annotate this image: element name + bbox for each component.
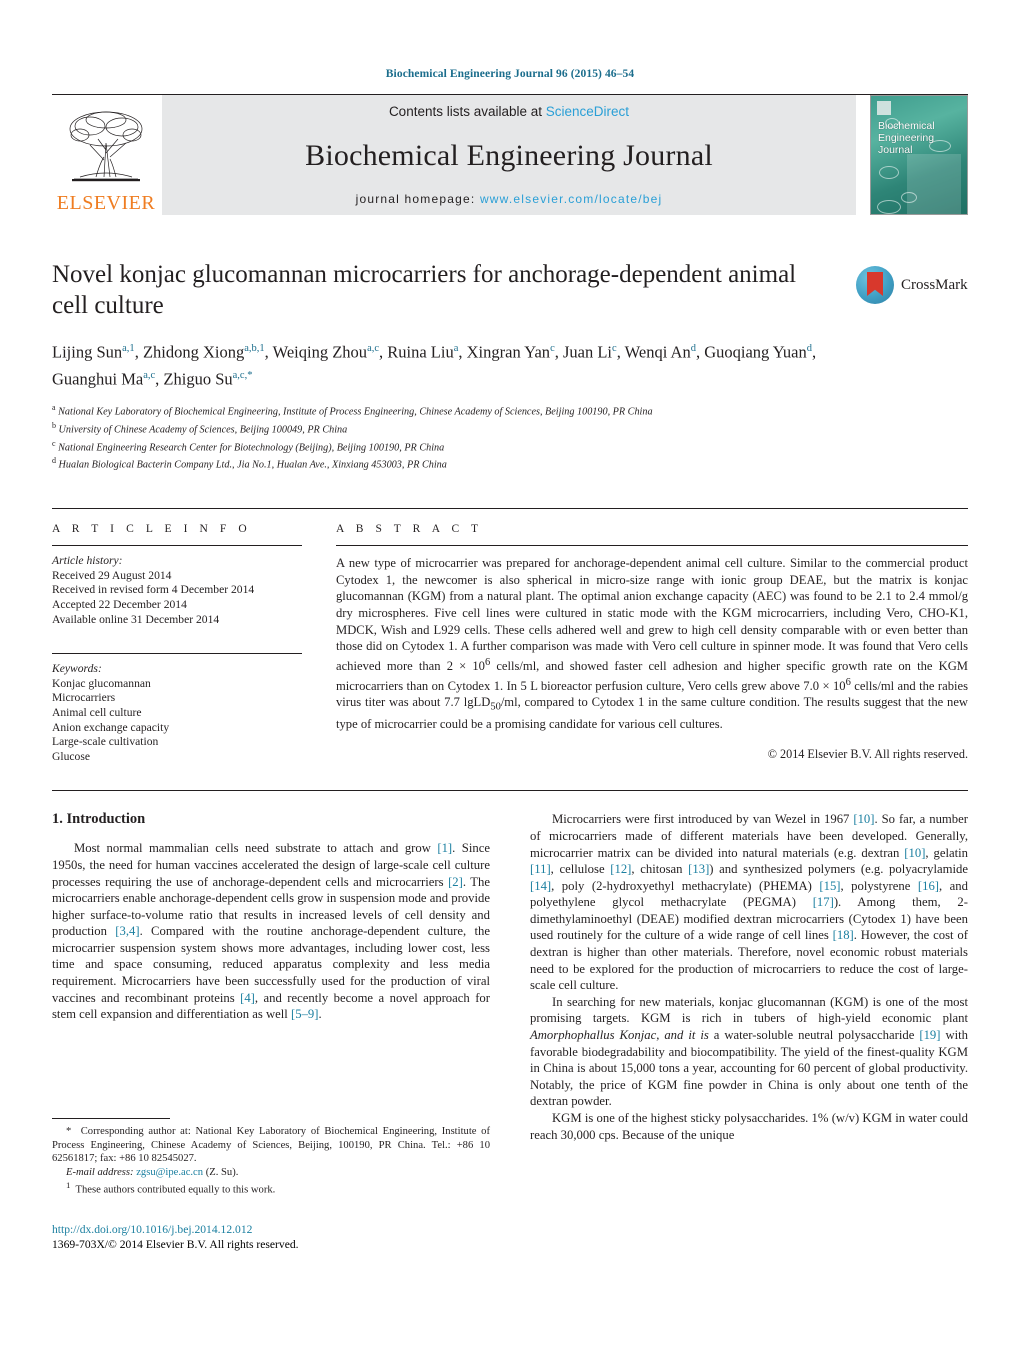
article-info-heading: A R T I C L E I N F O [52, 523, 252, 536]
section-title-introduction: 1. Introduction [52, 811, 146, 828]
cover-elsevier-logo-icon [877, 101, 891, 115]
elsevier-tree-icon [60, 105, 152, 193]
affiliation-text: National Engineering Research Center for… [58, 441, 445, 453]
email-note: E-mail address: zgsu@ipe.ac.cn (Z. Su). [52, 1166, 490, 1180]
cover-title: Biochemical Engineering Journal [878, 120, 935, 156]
cover-bubble-icon [877, 200, 901, 214]
journal-homepage-line: journal homepage: www.elsevier.com/locat… [356, 192, 663, 206]
homepage-url-link[interactable]: www.elsevier.com/locate/bej [480, 192, 662, 206]
cover-bubble-icon [879, 166, 899, 179]
affiliation-item: a National Key Laboratory of Biochemical… [52, 401, 968, 419]
body-column-right: Microcarriers were first introduced by v… [530, 811, 968, 1143]
article-history-label: Article history: [52, 554, 123, 568]
keyword-item: Microcarriers [52, 691, 116, 705]
body-paragraph: Most normal mammalian cells need substra… [52, 841, 491, 1022]
article-history-block: Article history: Received 29 August 2014… [52, 546, 302, 627]
body-columns: 1. Introduction Most normal mammalian ce… [52, 790, 968, 1143]
footnote-block: * Corresponding author at: National Key … [52, 1118, 490, 1198]
footnote-divider [52, 1118, 170, 1119]
affiliation-text: University of Chinese Academy of Science… [58, 424, 348, 436]
issn-copyright-line: 1369-703X/© 2014 Elsevier B.V. All right… [52, 1238, 299, 1251]
history-item: Received 29 August 2014 [52, 568, 172, 582]
body-paragraph: Microcarriers were first introduced by v… [530, 812, 968, 993]
history-item: Received in revised form 4 December 2014 [52, 583, 255, 597]
doi-link[interactable]: http://dx.doi.org/10.1016/j.bej.2014.12.… [52, 1222, 299, 1237]
title-block: Novel konjac glucomannan microcarriers f… [52, 259, 968, 472]
article-info-column: A R T I C L E I N F O Article history: R… [52, 509, 302, 764]
keyword-item: Anion exchange capacity [52, 720, 170, 734]
author-list: Lijing Suna,1, Zhidong Xionga,b,1, Weiqi… [52, 342, 817, 389]
cover-bubble-icon [901, 192, 917, 203]
copyright-line: © 2014 Elsevier B.V. All rights reserved… [767, 747, 968, 762]
affiliation-text: Hualan Biological Bacterin Company Ltd.,… [58, 459, 447, 471]
keyword-item: Large-scale cultivation [52, 735, 159, 749]
history-item: Accepted 22 December 2014 [52, 597, 187, 611]
masthead-center: Contents lists available at ScienceDirec… [162, 95, 856, 215]
affiliation-item: b University of Chinese Academy of Scien… [52, 419, 968, 437]
affiliation-marker: c [52, 438, 56, 448]
cover-title-line: Biochemical [878, 120, 935, 132]
elsevier-wordmark: ELSEVIER [56, 192, 156, 214]
history-item: Available online 31 December 2014 [52, 612, 220, 626]
equal-contribution-note: 1 These authors contributed equally to t… [66, 1180, 276, 1196]
affiliation-marker: a [52, 403, 56, 412]
keyword-item: Glucose [52, 749, 90, 763]
journal-masthead: ELSEVIER Contents lists available at Sci… [52, 94, 968, 215]
doi-block: http://dx.doi.org/10.1016/j.bej.2014.12.… [52, 1222, 299, 1252]
body-column-left: 1. Introduction Most normal mammalian ce… [52, 811, 490, 1143]
corresponding-author-note: * Corresponding author at: National Key … [52, 1126, 490, 1165]
running-head: Biochemical Engineering Journal 96 (2015… [385, 68, 635, 80]
keyword-item: Animal cell culture [52, 705, 142, 719]
contents-prefix: Contents lists available at [388, 104, 546, 119]
abstract-column: A B S T R A C T A new type of microcarri… [336, 509, 968, 764]
body-paragraph: In searching for new materials, konjac g… [530, 994, 969, 1109]
affiliation-list: a National Key Laboratory of Biochemical… [52, 401, 968, 472]
keyword-item: Konjac glucomannan [52, 676, 151, 690]
homepage-label: journal homepage: [355, 192, 476, 206]
crossmark-icon [856, 266, 894, 304]
sciencedirect-link[interactable]: ScienceDirect [546, 104, 629, 119]
abstract-text: A new type of microcarrier was prepared … [336, 556, 969, 732]
crossmark-label: CrossMark [901, 276, 968, 293]
affiliation-item: c National Engineering Research Center f… [52, 437, 968, 455]
affiliation-item: d Hualan Biological Bacterin Company Ltd… [52, 454, 968, 472]
abstract-heading: A B S T R A C T [336, 523, 483, 536]
crossmark-badge[interactable]: CrossMark [856, 261, 972, 309]
info-abstract-row: A R T I C L E I N F O Article history: R… [52, 508, 968, 764]
email-suffix: (Z. Su). [205, 1166, 239, 1178]
cover-overlay-box [907, 154, 961, 214]
cover-title-line: Journal [878, 144, 913, 156]
affiliation-text: National Key Laboratory of Biochemical E… [58, 406, 653, 418]
keywords-block: Keywords: Konjac glucomannan Microcarrie… [52, 627, 302, 764]
affiliation-marker: d [52, 456, 56, 466]
email-link[interactable]: zgsu@ipe.ac.cn [136, 1167, 203, 1178]
page-title: Novel konjac glucomannan microcarriers f… [52, 261, 797, 319]
article-page: Biochemical Engineering Journal 96 (2015… [0, 0, 1020, 1351]
keywords-label: Keywords: [52, 662, 102, 676]
journal-cover-thumbnail: Biochemical Engineering Journal [870, 95, 968, 215]
elsevier-logo: ELSEVIER [52, 95, 160, 215]
body-paragraph: KGM is one of the highest sticky polysac… [530, 1111, 968, 1142]
cover-title-line: Engineering [878, 132, 935, 144]
email-label: E-mail address: [66, 1166, 134, 1178]
affiliation-marker: b [52, 420, 56, 430]
journal-title: Biochemical Engineering Journal [305, 138, 713, 172]
contents-list-line: Contents lists available at ScienceDirec… [389, 104, 629, 119]
